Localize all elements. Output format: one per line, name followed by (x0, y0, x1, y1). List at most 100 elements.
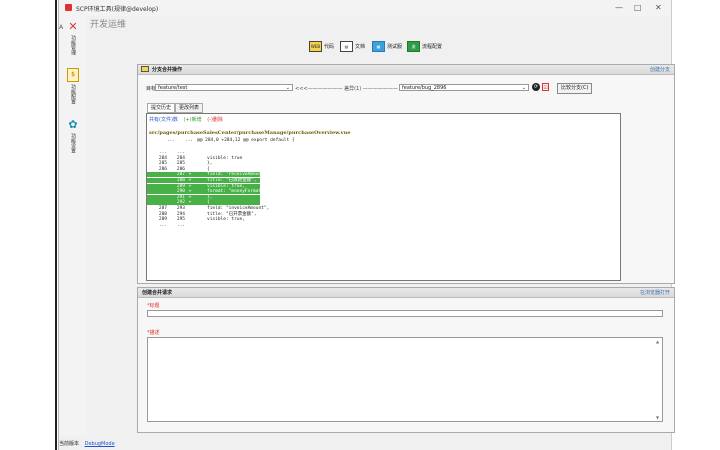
screen-edge (55, 0, 57, 450)
tab-commit-history[interactable]: 提交历史 (147, 103, 176, 113)
target-branch-value: feature/bug_2896 (402, 85, 447, 91)
sidebar-item-label: 功能管理 (70, 35, 76, 55)
title-label: *标题 (147, 303, 160, 309)
diff-line: ...... (147, 223, 387, 228)
diff-legend: 共有(文件)数 (+)新增 (-)删除 (149, 116, 223, 123)
new-line-number: 293 (176, 206, 185, 211)
change-marker: + (188, 178, 192, 183)
sidebar-item-label: 功能配置 (70, 84, 76, 104)
delete-icon[interactable]: ⊡ (542, 83, 549, 91)
status-label: 当前版本 (59, 441, 80, 447)
change-marker: + (188, 200, 192, 206)
sidebar-item-config[interactable]: $ 功能配置 (63, 68, 83, 104)
change-marker: + (188, 189, 192, 195)
old-line-number: ... (158, 222, 167, 228)
new-line-number: 292 (176, 200, 185, 206)
refresh-icon[interactable]: ⟳ (532, 83, 540, 91)
toolbar-label: 测试服 (387, 44, 403, 50)
diff-line-added: 289 + visible: true, (147, 183, 260, 189)
legend-deleted: (-)删除 (207, 117, 223, 123)
diff-arrow: <<<——————— 差异(1) ——————— (295, 86, 398, 92)
diff-line-added: 292 + { (147, 200, 260, 206)
title-bar: SCP环境工具(规律@develop) — □ ✕ (59, 0, 671, 16)
branch-panel: 分支合并操作 创建分支 目标 feature/test ⌄ <<<———————… (137, 64, 675, 284)
diff-line-added: 287 + field: "receiveAmount", (147, 172, 269, 178)
diff-line: 287 293 field: "invoiceAmount", (147, 206, 387, 211)
panel-title: 创建合并请求 (142, 290, 173, 296)
compare-branch-button[interactable]: 比较分支(C) (557, 83, 593, 94)
new-line-number: 285 (176, 161, 185, 167)
open-in-browser-link[interactable]: 在浏览器打开 (640, 289, 670, 296)
target-branch-select[interactable]: feature/bug_2896 ⌄ (399, 84, 529, 91)
new-line-number: 284 (176, 155, 185, 161)
new-line-number: 294 (176, 211, 185, 217)
desktop-background (0, 0, 58, 450)
merge-panel-header: 创建合并请求 在浏览器打开 (138, 288, 674, 298)
tab-change-list[interactable]: 更改列表 (175, 103, 204, 113)
new-line-number: ... (176, 222, 185, 228)
legend-changed: 共有(文件)数 (149, 117, 178, 123)
window-title: SCP环境工具(规律@develop) (76, 6, 159, 13)
old-line-number: 284 (158, 155, 167, 161)
app-logo-icon (65, 4, 72, 11)
code-icon: WEB (309, 41, 322, 52)
new-line-number: 287 (176, 172, 185, 178)
toolbar-item-doc[interactable]: ▤ 文档 (340, 41, 365, 52)
page-title: 开发运维 (90, 20, 127, 30)
description-textarea[interactable] (147, 337, 663, 422)
toolbar-item-flow[interactable]: 流 流程配置 (407, 41, 442, 52)
document-icon: $ (67, 68, 79, 82)
sidebar-item-settings[interactable]: ✿ 功能设置 (63, 119, 83, 154)
new-line-number: 290 (176, 189, 185, 195)
legend-added: (+)新增 (183, 117, 202, 123)
doc-icon: ▤ (340, 41, 353, 52)
scroll-down-icon[interactable]: ▼ (656, 415, 659, 420)
sidebar: ✕ 功能管理 $ 功能配置 ✿ 功能设置 (59, 16, 87, 436)
diff-line: ...... (147, 150, 387, 155)
new-line-number: 295 (176, 217, 185, 223)
maximize-button[interactable]: □ (634, 3, 642, 12)
toolbar-item-server[interactable]: ▦ 测试服 (372, 41, 402, 52)
debug-mode-link[interactable]: DebugMode (85, 441, 115, 447)
toolbar-item-code[interactable]: WEB 代码 (309, 41, 334, 52)
old-line-number: 285 (158, 161, 167, 167)
code-text: title: "已收款金额", (207, 178, 257, 183)
collapse-toggle[interactable]: A (59, 24, 63, 31)
branch-icon (141, 66, 149, 72)
diff-line: 289 295 visible: true, (147, 217, 387, 222)
sidebar-item-manage[interactable]: ✕ 功能管理 (63, 21, 83, 56)
diff-line-added: 291 +}, (147, 194, 260, 200)
code-text: visible: true, (207, 217, 245, 223)
sidebar-item-label: 功能设置 (70, 133, 76, 153)
code-text: visible: true, (207, 183, 245, 189)
create-branch-link[interactable]: 创建分支 (650, 66, 670, 73)
hunk-header-text: @@ 284,0 +284,12 @@ export default { (197, 138, 295, 143)
code-text: title: "已开票金额", (207, 211, 257, 217)
old-line-number: ... (158, 150, 167, 155)
old-line-number: 286 (158, 166, 167, 172)
app-window: SCP环境工具(规律@develop) — □ ✕ ✕ 功能管理 $ 功能配置 … (58, 0, 675, 450)
title-input[interactable] (147, 310, 663, 317)
code-text: }, (207, 161, 213, 167)
panel-title: 分支合并操作 (152, 67, 183, 73)
code-text: visible: true (207, 155, 243, 161)
branch-panel-header: 分支合并操作 创建分支 (138, 65, 674, 75)
status-bar: 当前版本 DebugMode (59, 440, 115, 447)
toolbar-label: 流程配置 (422, 44, 443, 50)
source-branch-select[interactable]: feature/test ⌄ (155, 84, 293, 91)
code-text: { (207, 200, 210, 206)
merge-panel: 创建合并请求 在浏览器打开 *标题 *描述 ▲ ▼ (137, 287, 675, 433)
minimize-button[interactable]: — (615, 3, 623, 12)
toolbar-label: 代码 (324, 44, 335, 50)
new-line-number: ... (176, 150, 185, 155)
diff-file-path: src/pages/purchaseSalesCenter/purchaseMa… (149, 130, 351, 136)
code-text: field: "invoiceAmount", (207, 206, 270, 211)
change-marker: + (188, 183, 192, 189)
diff-line: 288 294 title: "已开票金额", (147, 212, 387, 217)
old-line-number: 287 (158, 206, 167, 211)
diff-line-added: 290 + format: "moneyFormat" (147, 189, 264, 195)
flow-icon: 流 (407, 41, 420, 52)
scroll-up-icon[interactable]: ▲ (656, 339, 659, 344)
close-button[interactable]: ✕ (655, 3, 662, 12)
change-marker: + (188, 172, 192, 178)
